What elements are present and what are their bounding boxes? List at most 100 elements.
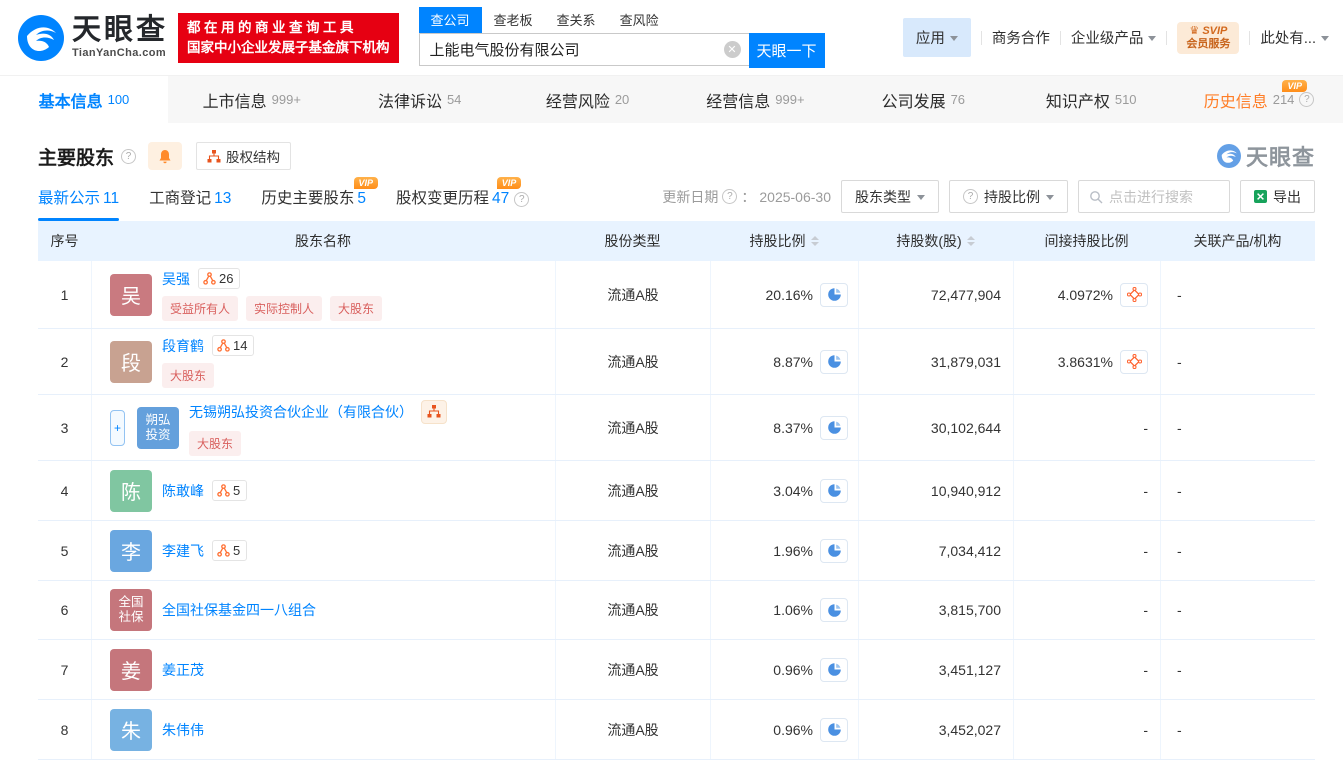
nav-apps[interactable]: 应用 — [902, 18, 971, 57]
subtab-0[interactable]: 最新公示 11 — [38, 186, 120, 221]
shareholder-name-link[interactable]: 无锡朔弘投资合伙企业（有限合伙） — [189, 402, 413, 422]
table-header-row: 序号 股东名称 股份类型 持股比例 持股数(股) 间接持股比例 关联产品/机构 — [38, 221, 1315, 261]
svip-membership-badge[interactable]: ♛ SVIP 会员服务 — [1177, 21, 1240, 54]
tianyancha-logo[interactable]: 天眼查 TianYanCha.com — [18, 14, 168, 61]
relations-count-badge[interactable]: 5 — [212, 540, 248, 561]
cell-ratio: 1.06% — [710, 581, 858, 639]
shareholder-tag[interactable]: 大股东 — [189, 430, 242, 456]
column-header-4[interactable]: 持股数(股) — [858, 231, 1013, 251]
main-tab-1[interactable]: 上市信息 999+ — [168, 76, 336, 123]
relations-count-badge[interactable]: 5 — [212, 480, 248, 501]
indirect-structure-button[interactable] — [1120, 282, 1148, 307]
cell-shares: 3,815,700 — [858, 581, 1013, 639]
main-tab-2[interactable]: 法律诉讼 54 — [336, 76, 504, 123]
help-icon[interactable]: ? — [514, 192, 530, 207]
relations-count: 5 — [233, 543, 241, 558]
search-tab-3[interactable]: 查风险 — [608, 7, 671, 33]
tab-label: 法律诉讼 — [377, 93, 442, 111]
avatar: 李 — [110, 529, 152, 572]
shareholder-name-link[interactable]: 吴强 — [162, 269, 190, 289]
ratio-value: 20.16% — [765, 286, 813, 303]
search-input[interactable] — [418, 33, 749, 66]
cell-share-type: 流通A股 — [555, 640, 710, 699]
cell-shareholder: + 朔弘 投资 无锡朔弘投资合伙企业（有限合伙） 大股东 — [91, 395, 555, 460]
help-icon[interactable]: ? — [1299, 92, 1315, 107]
ratio-pie-button[interactable] — [820, 349, 848, 374]
tab-count: 20 — [614, 92, 630, 107]
column-label: 股份类型 — [604, 233, 661, 249]
cell-shareholder: 陈陈敢峰 5 — [91, 461, 555, 520]
shareholder-tag[interactable]: 大股东 — [330, 296, 383, 321]
export-button[interactable]: 导出 — [1240, 180, 1315, 213]
column-header-3[interactable]: 持股比例 — [710, 231, 858, 251]
ratio-pie-button[interactable] — [820, 415, 848, 440]
subtab-row: 最新公示 11 工商登记 13 历史主要股东 5 VIP 股权变更历程 47 VIP? 更新日期 … — [0, 173, 1343, 221]
shareholder-name-link[interactable]: 姜正茂 — [162, 660, 204, 680]
shareholder-tag[interactable]: 实际控制人 — [246, 296, 323, 321]
shareholder-name-link[interactable]: 李建飞 — [162, 541, 204, 561]
subtab-3[interactable]: 股权变更历程 47 VIP? — [396, 177, 530, 221]
cell-shares: 72,477,904 — [858, 261, 1013, 328]
help-icon[interactable]: ? — [722, 189, 738, 204]
nav-business-cooperation[interactable]: 商务合作 — [992, 27, 1050, 48]
nav-enterprise-products[interactable]: 企业级产品 — [1071, 27, 1157, 48]
ratio-pie-button[interactable] — [820, 717, 848, 742]
expand-button[interactable]: + — [110, 409, 125, 446]
main-tab-4[interactable]: 经营信息 999+ — [672, 76, 840, 123]
bell-button[interactable] — [148, 142, 183, 170]
cell-share-type: 流通A股 — [555, 581, 710, 639]
sort-icon[interactable] — [810, 236, 819, 246]
main-tab-0[interactable]: 基本信息 100 — [0, 76, 168, 123]
ratio-pie-button[interactable] — [820, 478, 848, 503]
ratio-pie-button[interactable] — [820, 657, 848, 682]
watermark-logo: 天眼查 — [1216, 140, 1315, 172]
sort-icon[interactable] — [966, 236, 975, 246]
relations-count-badge[interactable]: 26 — [198, 268, 241, 289]
ratio-pie-button[interactable] — [820, 598, 848, 622]
main-tab-3[interactable]: 经营风险 20 — [504, 76, 672, 123]
shareholder-name-link[interactable]: 全国社保基金四一八组合 — [162, 600, 316, 620]
equity-structure-mini-button[interactable] — [421, 399, 447, 424]
ratio-pie-button[interactable] — [820, 538, 848, 563]
indirect-value: 4.0972% — [1057, 286, 1113, 303]
table-search-box[interactable] — [1078, 180, 1230, 213]
shareholder-type-filter[interactable]: 股东类型 — [841, 180, 939, 213]
table-row-6: 6 全国 社保 全国社保基金四一八组合 流通A股 1.06% 3,815,700- - — [38, 581, 1315, 640]
subtabs: 最新公示 11 工商登记 13 历史主要股东 5 VIP 股权变更历程 47 VIP? — [38, 177, 559, 221]
ratio-pie-button[interactable] — [820, 282, 848, 307]
chevron-down-icon — [1046, 195, 1054, 200]
clear-search-icon[interactable]: ✕ — [723, 41, 741, 58]
shareholder-name-link[interactable]: 陈敢峰 — [162, 481, 204, 501]
main-tab-6[interactable]: 知识产权 510 — [1007, 76, 1175, 123]
help-icon[interactable]: ? — [121, 148, 137, 164]
relations-count-badge[interactable]: 14 — [212, 335, 255, 356]
search-tab-1[interactable]: 查老板 — [482, 7, 545, 33]
logo-subtitle: TianYanCha.com — [72, 47, 167, 59]
column-header-1: 股东名称 — [91, 231, 555, 251]
search-button[interactable]: 天眼一下 — [748, 33, 825, 68]
ratio-filter[interactable]: ? 持股比例 — [949, 180, 1068, 213]
search-tab-0[interactable]: 查公司 — [418, 7, 482, 33]
subtab-1[interactable]: 工商登记 13 — [149, 186, 231, 221]
nav-more[interactable]: 此处有... — [1260, 27, 1329, 48]
cell-indirect-ratio: - — [1013, 581, 1160, 639]
search-area: 查公司查老板查关系查风险 ✕ 天眼一下 — [418, 7, 825, 68]
indirect-structure-button[interactable] — [1120, 349, 1148, 374]
shareholder-tag[interactable]: 大股东 — [162, 363, 215, 388]
shareholder-name-link[interactable]: 朱伟伟 — [162, 720, 204, 740]
equity-structure-button[interactable]: 股权结构 — [196, 142, 292, 170]
search-tab-2[interactable]: 查关系 — [545, 7, 608, 33]
subtab-2[interactable]: 历史主要股东 5 VIP — [261, 177, 379, 221]
pie-chart-icon — [827, 544, 841, 557]
table-search-input[interactable] — [1109, 188, 1219, 205]
tab-count: 76 — [950, 92, 966, 107]
main-tab-5[interactable]: 公司发展 76 — [839, 76, 1007, 123]
cell-indirect-ratio: - — [1013, 395, 1160, 460]
tab-label: 经营信息 — [706, 93, 771, 111]
main-tab-7[interactable]: 历史信息 214 VIP? — [1175, 76, 1343, 123]
shareholder-tag[interactable]: 受益所有人 — [162, 296, 239, 321]
shareholder-name-link[interactable]: 段育鹤 — [162, 336, 204, 356]
tab-label: 历史信息 — [1203, 93, 1268, 111]
tab-count: 999+ — [775, 92, 805, 107]
tab-count: 100 — [107, 92, 130, 107]
